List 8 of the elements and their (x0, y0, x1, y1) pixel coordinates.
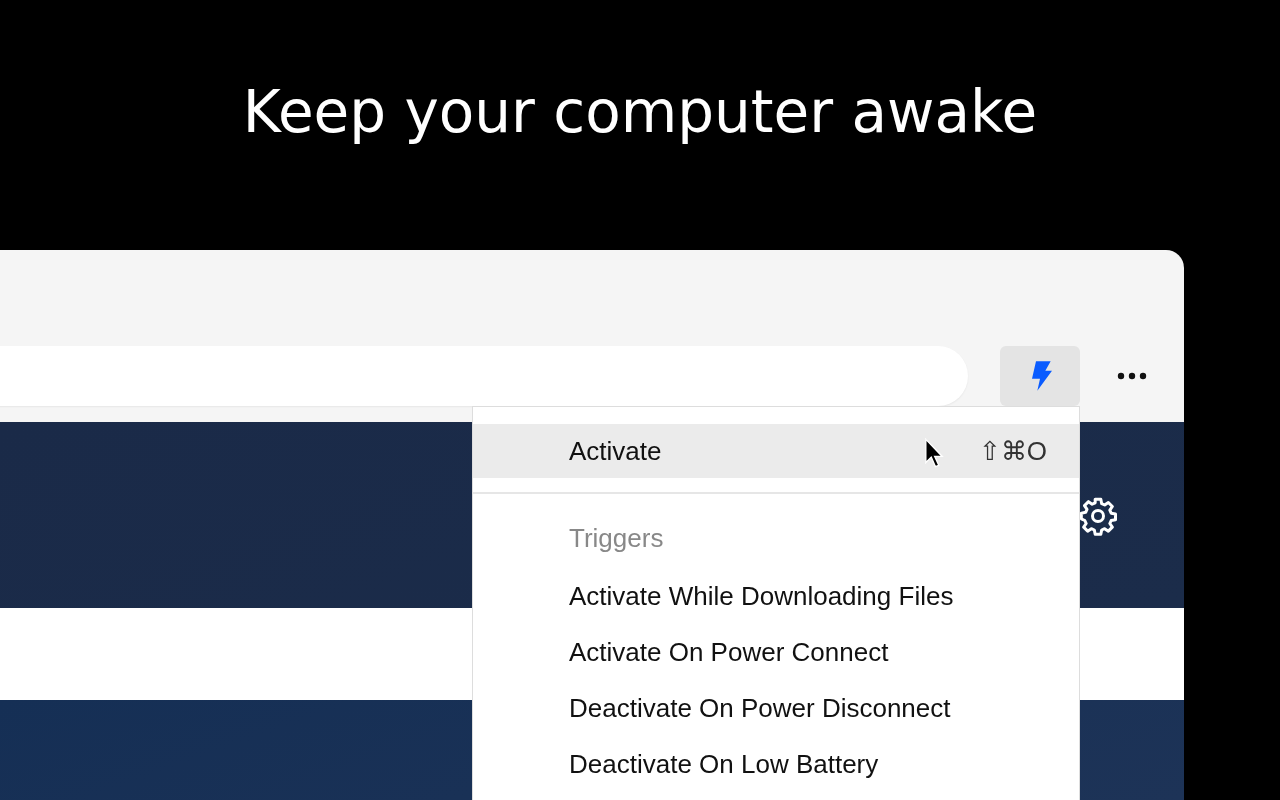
menu-item-label: Deactivate On Low Battery (569, 748, 879, 780)
keyboard-shortcut: ⇧⌘O (978, 435, 1047, 467)
menu-section-header: Triggers (568, 521, 665, 555)
menu-item-label: Activate While Downloading Files (569, 580, 954, 612)
headline: Keep your computer awake (242, 77, 1038, 148)
menu-item-label: Activate (569, 435, 662, 467)
menu-item-label: Deactivate On Power Disconnect (569, 692, 951, 724)
menu-item-label: Activate On Power Connect (569, 636, 889, 668)
